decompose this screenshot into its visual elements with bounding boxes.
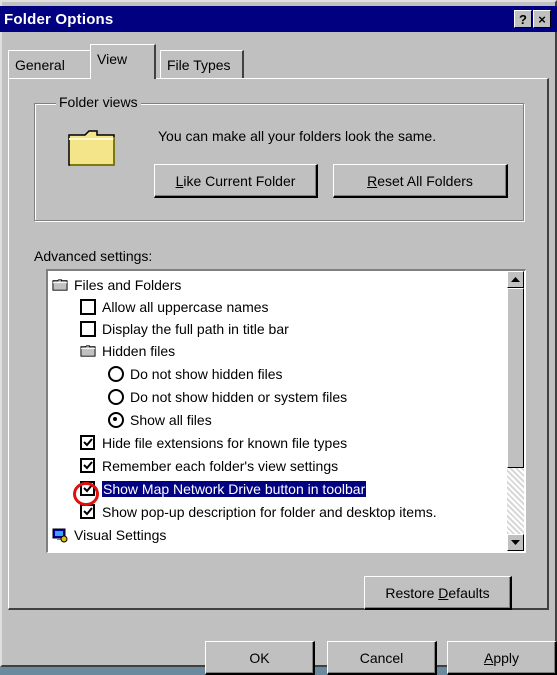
close-button[interactable]: × bbox=[533, 10, 551, 28]
list-item-show-all-files[interactable]: Show all files bbox=[108, 409, 212, 431]
tab-view-label: View bbox=[97, 51, 128, 67]
list-item-label: Files and Folders bbox=[74, 277, 182, 293]
checkbox-checked[interactable] bbox=[80, 504, 96, 520]
folder-views-label: Folder views bbox=[56, 94, 141, 110]
tree-node-hidden-files[interactable]: Hidden files bbox=[80, 340, 175, 362]
folder-icon bbox=[52, 279, 68, 291]
like-current-label: ike Current Folder bbox=[183, 172, 296, 189]
checkbox-unchecked[interactable] bbox=[80, 321, 96, 337]
tree-node-visual-settings[interactable]: Visual Settings bbox=[52, 524, 166, 546]
list-item-label: Display the full path in title bar bbox=[102, 321, 289, 337]
list-item-label: Do not show hidden files bbox=[130, 366, 283, 382]
restore-mnemonic: D bbox=[438, 584, 449, 601]
list-item-remember-view[interactable]: Remember each folder's view settings bbox=[80, 455, 338, 477]
list-item-hide-extensions[interactable]: Hide file extensions for known file type… bbox=[80, 432, 347, 454]
apply-mnemonic: A bbox=[483, 649, 494, 666]
cancel-label: Cancel bbox=[359, 649, 404, 666]
apply-button[interactable]: Apply bbox=[447, 641, 557, 675]
list-item-label: Hide file extensions for known file type… bbox=[102, 435, 348, 451]
radio-button-selected[interactable] bbox=[108, 412, 124, 428]
list-item-label: Show Map Network Drive button in toolbar bbox=[100, 480, 368, 498]
scroll-down-button[interactable] bbox=[507, 534, 524, 551]
tab-general-label: General bbox=[15, 56, 65, 73]
display-settings-icon bbox=[52, 528, 68, 543]
folder-icon bbox=[80, 345, 96, 357]
tab-view[interactable]: View bbox=[90, 44, 156, 79]
list-item-full-path[interactable]: Display the full path in title bar bbox=[80, 318, 289, 340]
checkbox-unchecked[interactable] bbox=[80, 299, 96, 315]
reset-label: eset All Folders bbox=[377, 172, 473, 189]
title-bar[interactable]: Folder Options ? × bbox=[0, 6, 557, 32]
list-item-popup-description[interactable]: Show pop-up description for folder and d… bbox=[80, 501, 437, 523]
scroll-up-button[interactable] bbox=[507, 271, 524, 288]
list-item-map-network-drive[interactable]: Show Map Network Drive button in toolbar bbox=[80, 478, 368, 500]
checkbox-checked[interactable] bbox=[80, 481, 96, 497]
advanced-settings-label: Advanced settings: bbox=[34, 248, 153, 264]
restore-defaults-button[interactable]: Restore Defaults bbox=[364, 576, 512, 610]
list-item-label: Show pop-up description for folder and d… bbox=[102, 504, 437, 520]
cancel-button[interactable]: Cancel bbox=[327, 641, 437, 675]
advanced-list-scrollbar[interactable] bbox=[507, 271, 524, 551]
checkbox-checked[interactable] bbox=[80, 458, 96, 474]
arrow-up-icon bbox=[511, 276, 520, 282]
scrollbar-thumb[interactable] bbox=[507, 288, 524, 468]
like-current-folder-button[interactable]: Like Current Folder bbox=[154, 164, 318, 198]
folder-icon bbox=[68, 130, 115, 166]
tree-node-files-and-folders[interactable]: Files and Folders bbox=[52, 274, 181, 296]
ok-button[interactable]: OK bbox=[205, 641, 315, 675]
list-item-label: Show all files bbox=[130, 412, 212, 428]
list-item-do-not-show-hidden[interactable]: Do not show hidden files bbox=[108, 363, 283, 385]
apply-label: pply bbox=[493, 649, 520, 666]
list-item-label: Visual Settings bbox=[74, 527, 167, 543]
list-item-do-not-show-system[interactable]: Do not show hidden or system files bbox=[108, 386, 347, 408]
checkbox-checked[interactable] bbox=[80, 435, 96, 451]
tab-file-types[interactable]: File Types bbox=[160, 50, 244, 78]
reset-mnemonic: R bbox=[367, 172, 378, 189]
advanced-settings-list[interactable]: Files and Folders Allow all uppercase na… bbox=[46, 269, 526, 553]
folder-views-description: You can make all your folders look the s… bbox=[158, 128, 437, 144]
list-item-label: Hidden files bbox=[102, 343, 176, 359]
arrow-down-icon bbox=[511, 539, 520, 545]
tab-file-types-label: File Types bbox=[167, 56, 231, 73]
list-item-label: Remember each folder's view settings bbox=[102, 458, 339, 474]
window-title: Folder Options bbox=[4, 10, 114, 28]
list-item-label: Do not show hidden or system files bbox=[130, 389, 348, 405]
list-item-label: Allow all uppercase names bbox=[102, 299, 269, 315]
radio-button[interactable] bbox=[108, 366, 124, 382]
restore-label-end: efaults bbox=[448, 584, 490, 601]
ok-label: OK bbox=[249, 649, 270, 666]
radio-button[interactable] bbox=[108, 389, 124, 405]
help-button[interactable]: ? bbox=[514, 10, 532, 28]
tab-general[interactable]: General bbox=[8, 50, 92, 78]
list-item-allow-uppercase[interactable]: Allow all uppercase names bbox=[80, 296, 269, 318]
reset-all-folders-button[interactable]: Reset All Folders bbox=[333, 164, 508, 198]
restore-label-start: Restore bbox=[385, 584, 439, 601]
